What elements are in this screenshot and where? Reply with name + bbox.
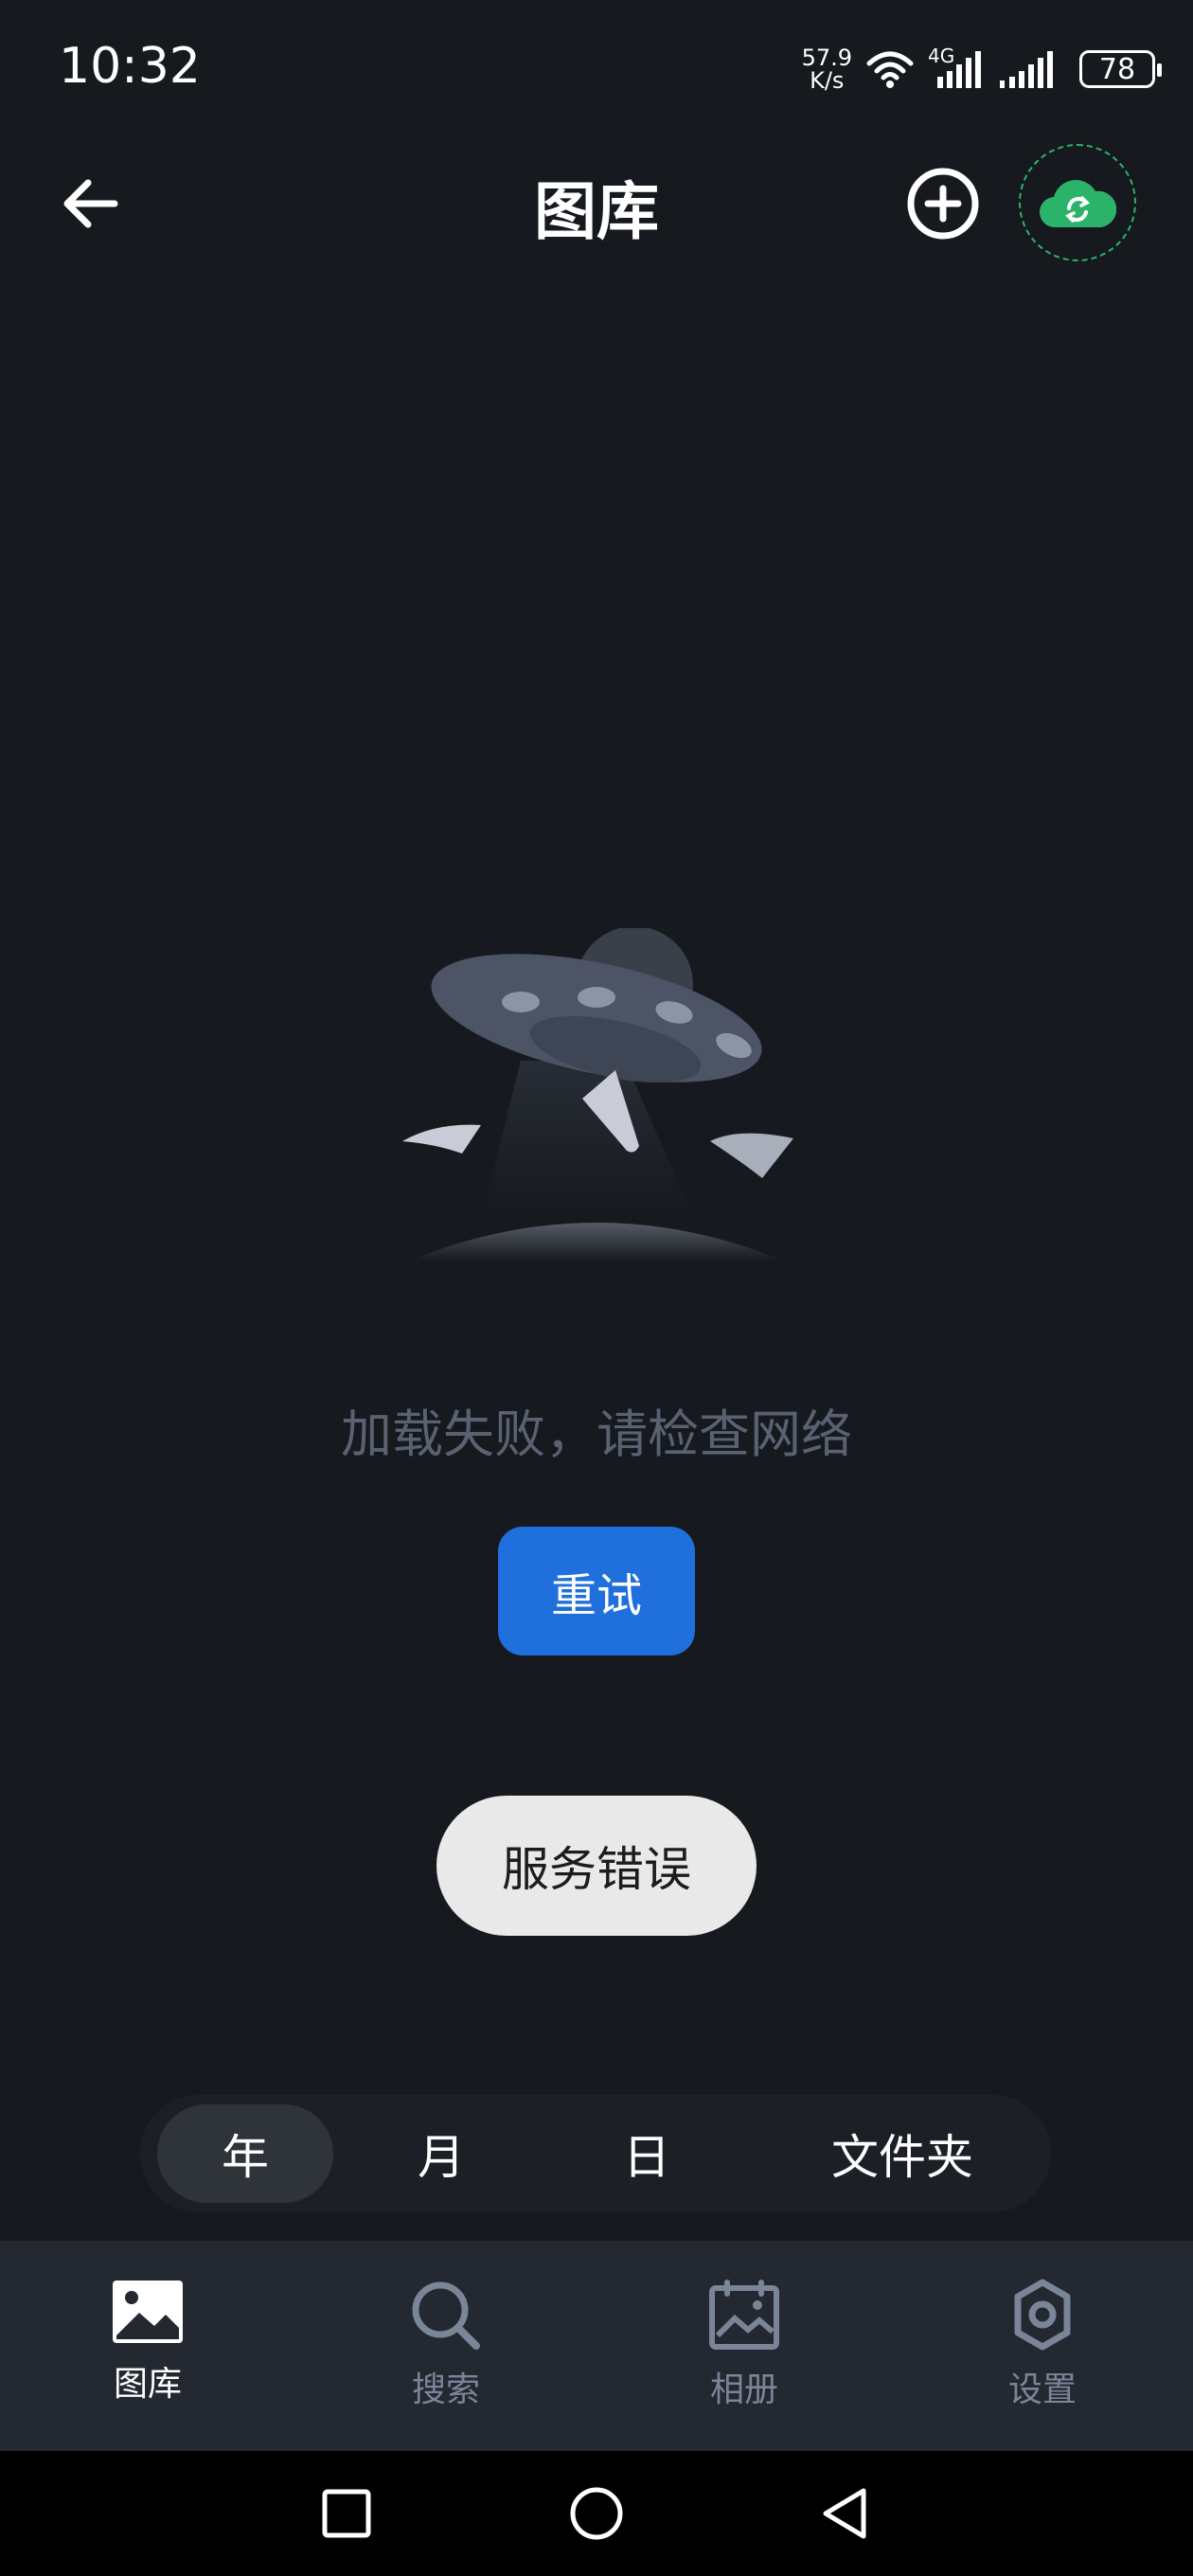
recent-apps-button[interactable] xyxy=(316,2483,377,2544)
tab-folder[interactable]: 文件夹 xyxy=(793,2104,1011,2203)
search-icon xyxy=(412,2281,480,2350)
retry-button[interactable]: 重试 xyxy=(498,1527,695,1655)
triangle-back-icon xyxy=(823,2488,866,2539)
square-icon xyxy=(322,2489,371,2538)
tab-month[interactable]: 月 xyxy=(365,2104,517,2203)
cloud-sync-button[interactable] xyxy=(1019,144,1136,261)
nav-item-gallery[interactable]: 图库 xyxy=(72,2279,223,2406)
battery-indicator: 78 xyxy=(1079,50,1162,88)
circle-icon xyxy=(570,2487,623,2540)
nav-item-search[interactable]: 搜索 xyxy=(370,2279,522,2411)
view-mode-tabs: 年 月 日 文件夹 xyxy=(140,2095,1051,2212)
cloud-sync-icon xyxy=(1040,180,1116,228)
image-icon xyxy=(113,2281,183,2343)
net-speed-value: 57.9 xyxy=(801,45,852,71)
plus-circle-icon xyxy=(907,168,979,240)
nav-item-album[interactable]: 相册 xyxy=(668,2279,820,2411)
signal-icon xyxy=(1000,51,1053,88)
signal-4g-icon: 4G xyxy=(928,45,985,90)
nav-label-gallery: 图库 xyxy=(113,2365,182,2404)
ufo-icon xyxy=(402,928,793,1261)
net-speed: 57.9 K/s xyxy=(802,46,852,92)
net-speed-unit: K/s xyxy=(810,67,845,94)
back-nav-button[interactable] xyxy=(814,2483,875,2544)
album-icon xyxy=(709,2280,779,2350)
nav-item-settings[interactable]: 设置 xyxy=(967,2279,1118,2411)
status-icons: 57.9 K/s 4G 78 xyxy=(802,36,1162,102)
error-toast: 服务错误 xyxy=(436,1796,757,1936)
nav-label-album: 相册 xyxy=(709,2370,778,2409)
status-time: 10:32 xyxy=(59,38,201,95)
gear-icon xyxy=(1014,2279,1071,2351)
system-navigation-bar xyxy=(0,2451,1193,2576)
wifi-icon xyxy=(866,51,914,88)
error-message: 加载失败，请检查网络 xyxy=(341,1404,852,1464)
tab-year[interactable]: 年 xyxy=(157,2104,333,2203)
add-button[interactable] xyxy=(905,166,981,242)
nav-label-search: 搜索 xyxy=(411,2370,480,2409)
nav-label-settings: 设置 xyxy=(1007,2370,1077,2409)
home-button[interactable] xyxy=(566,2483,627,2544)
tab-day[interactable]: 日 xyxy=(571,2104,722,2203)
bottom-navigation: 图库 搜索 相册 设置 xyxy=(0,2241,1193,2451)
page-title: 图库 xyxy=(534,175,659,248)
